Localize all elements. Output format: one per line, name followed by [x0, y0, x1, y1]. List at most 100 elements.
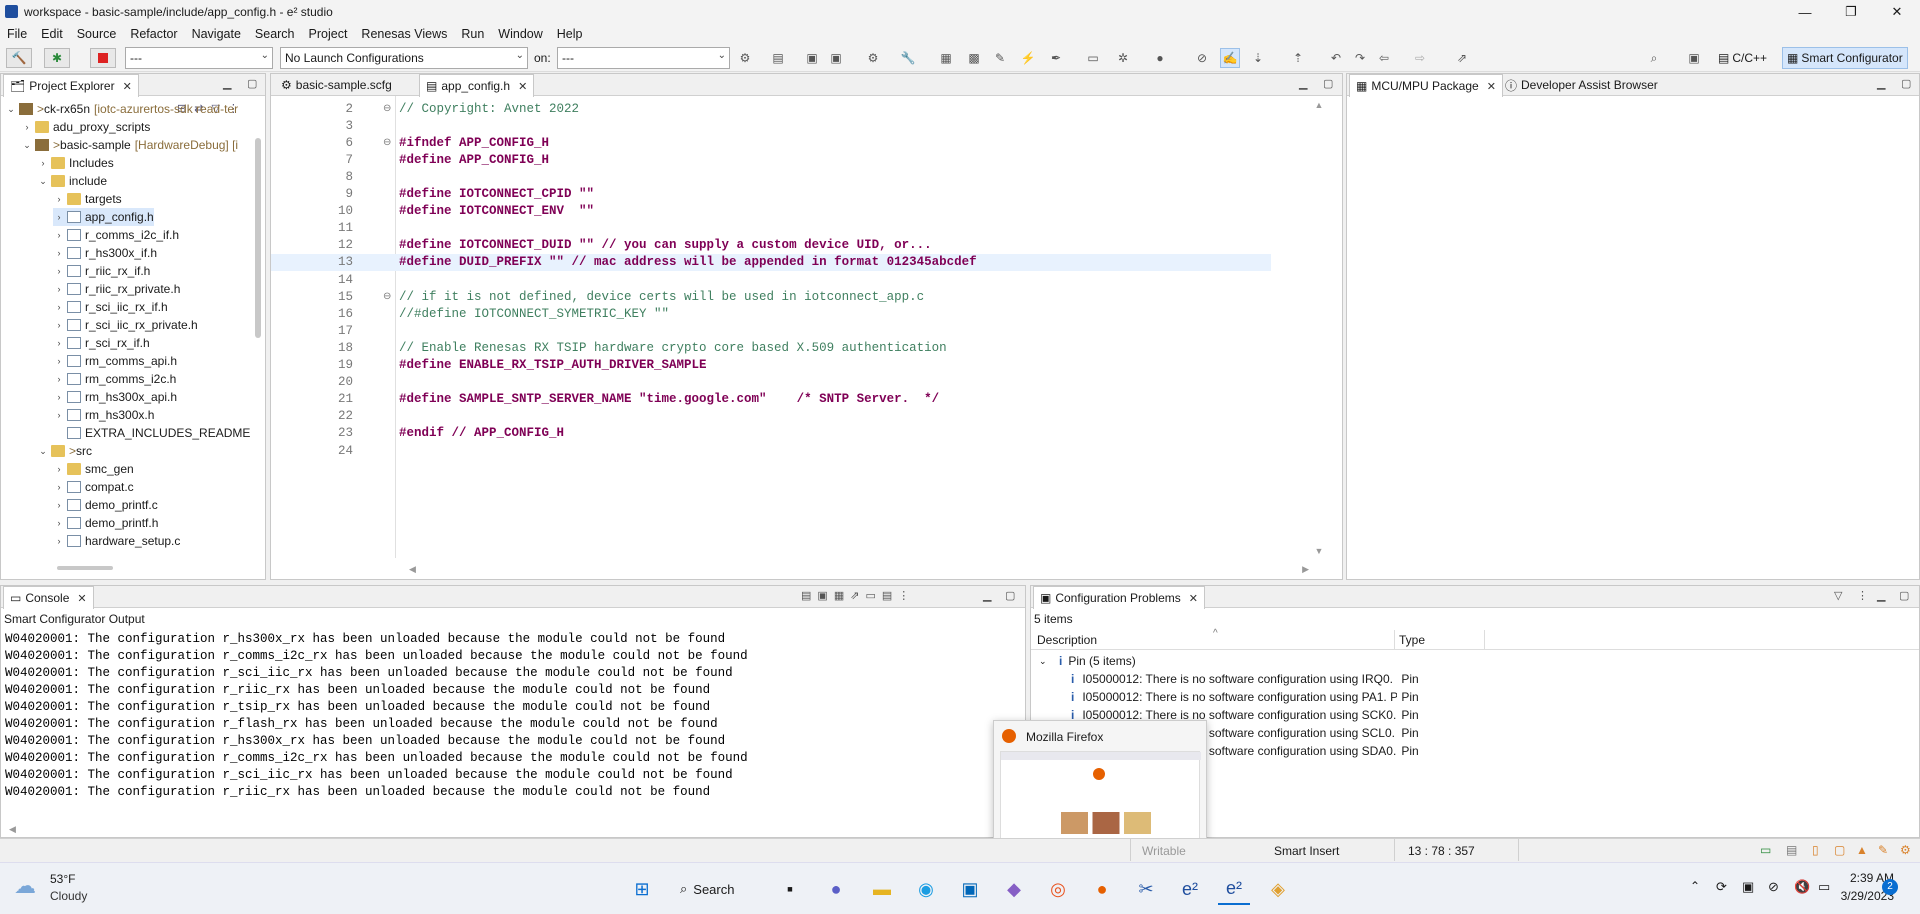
- taskbar-search[interactable]: ⌕ Search: [680, 875, 760, 903]
- problem-row[interactable]: i I05000012: There is no software configu…: [1031, 688, 1920, 706]
- tree-item[interactable]: › r_hs300x_if.h: [53, 244, 158, 262]
- build-hammer-icon[interactable]: 🔨: [6, 48, 32, 68]
- chevron-right-icon[interactable]: ›: [53, 464, 65, 474]
- tree-item[interactable]: ⌄ include: [37, 172, 107, 190]
- tray-speaker-icon[interactable]: 🔇: [1794, 879, 1810, 895]
- problem-group-pin[interactable]: ⌄ i Pin (5 items): [1031, 652, 1920, 670]
- vertical-scrollbar[interactable]: [255, 138, 261, 338]
- chevron-right-icon[interactable]: ›: [53, 248, 65, 258]
- menu-navigate[interactable]: Navigate: [185, 27, 248, 41]
- tree-item[interactable]: › rm_comms_i2c.h: [53, 370, 177, 388]
- maximize-icon[interactable]: ▢: [247, 77, 257, 90]
- chevron-right-icon[interactable]: ›: [53, 284, 65, 294]
- menu-renesas-views[interactable]: Renesas Views: [354, 27, 454, 41]
- open-perspective-icon[interactable]: ▣: [1684, 48, 1704, 68]
- menu-search[interactable]: Search: [248, 27, 302, 41]
- notification-badge[interactable]: 2: [1882, 879, 1898, 895]
- pencil-icon[interactable]: ✎: [990, 48, 1010, 68]
- tree-item[interactable]: ⌄ > ck-rx65n [iotc-azurertos-sdk read-ter: [5, 100, 238, 118]
- menu-edit[interactable]: Edit: [34, 27, 70, 41]
- build-target-icon[interactable]: 🔧: [898, 48, 918, 68]
- launch-config-combo[interactable]: No Launch Configurations ⌄: [280, 47, 528, 69]
- close-icon[interactable]: ✕: [77, 592, 86, 605]
- close-icon[interactable]: ✕: [518, 80, 527, 93]
- snipping-tool-icon[interactable]: ✂: [1130, 873, 1162, 905]
- ubuntu-icon[interactable]: ◎: [1042, 873, 1074, 905]
- chevron-right-icon[interactable]: ›: [53, 194, 65, 204]
- fold-icon[interactable]: ⊖: [383, 291, 391, 303]
- maximize-icon[interactable]: ▢: [1323, 77, 1333, 90]
- tree-item[interactable]: › r_comms_i2c_if.h: [53, 226, 180, 244]
- problem-row[interactable]: i I05000012: There is no software configu…: [1031, 670, 1920, 688]
- tray-battery-icon[interactable]: ▭: [1818, 879, 1830, 895]
- chevron-right-icon[interactable]: ›: [53, 230, 65, 240]
- close-icon[interactable]: ✕: [1487, 80, 1496, 93]
- cap-icon[interactable]: ▲: [1856, 843, 1868, 857]
- chevron-right-icon[interactable]: ›: [53, 266, 65, 276]
- prev-annotation-icon[interactable]: ⇡: [1288, 48, 1308, 68]
- firefox-taskbar-preview[interactable]: Mozilla Firefox: [993, 720, 1207, 852]
- run-icon[interactable]: ●: [1150, 48, 1170, 68]
- monitor-icon[interactable]: ▭: [1083, 48, 1103, 68]
- word-wrap-icon[interactable]: ▦: [834, 590, 850, 602]
- tree-item[interactable]: › Includes: [37, 154, 114, 172]
- tree-item[interactable]: › r_riic_rx_if.h: [53, 262, 151, 280]
- chevron-right-icon[interactable]: ›: [53, 500, 65, 510]
- tree-item[interactable]: › smc_gen: [53, 460, 134, 478]
- maximize-icon[interactable]: ▢: [1005, 589, 1015, 602]
- tree-item[interactable]: EXTRA_INCLUDES_README: [53, 424, 250, 442]
- scroll-lock-icon[interactable]: ▣: [817, 590, 833, 602]
- editor-vertical-scrollbar[interactable]: ▲ ▼: [1313, 100, 1325, 556]
- tree-item[interactable]: › targets: [53, 190, 122, 208]
- tree-item[interactable]: › r_riic_rx_private.h: [53, 280, 181, 298]
- tree-item[interactable]: › demo_printf.c: [53, 496, 158, 514]
- build-config-combo[interactable]: --- ⌄: [125, 47, 273, 69]
- chevron-right-icon[interactable]: ›: [53, 374, 65, 384]
- edge-icon[interactable]: ◉: [910, 873, 942, 905]
- tree-item[interactable]: › r_sci_rx_if.h: [53, 334, 150, 352]
- chevron-right-icon[interactable]: ›: [37, 158, 49, 168]
- book-icon[interactable]: ▯: [1812, 843, 1819, 857]
- debug-target-icon[interactable]: ⚙: [863, 48, 883, 68]
- menu-refactor[interactable]: Refactor: [123, 27, 184, 41]
- close-icon[interactable]: ✕: [1189, 592, 1198, 605]
- tab-configuration-problems[interactable]: ▣ Configuration Problems ✕: [1033, 586, 1205, 609]
- tool-icon[interactable]: ✒: [1046, 48, 1066, 68]
- fold-icon[interactable]: ⊖: [383, 137, 391, 149]
- chevron-right-icon[interactable]: ›: [53, 212, 65, 222]
- horizontal-scrollbar[interactable]: [57, 566, 113, 570]
- tree-item[interactable]: ⌄ > src: [37, 442, 92, 460]
- back-arrow-icon[interactable]: ⇦: [1374, 48, 1394, 68]
- minimize-icon[interactable]: ▁: [1299, 77, 1307, 90]
- renesas-view-icon[interactable]: ▦: [936, 48, 956, 68]
- tree-item[interactable]: › r_sci_iic_rx_if.h: [53, 298, 168, 316]
- clear-console-icon[interactable]: ▤: [801, 590, 817, 602]
- device-icon[interactable]: ▩: [964, 48, 984, 68]
- forward-edit-icon[interactable]: ↷: [1350, 48, 1370, 68]
- e2studio-taskbar-icon[interactable]: e²: [1174, 873, 1206, 905]
- chevron-right-icon[interactable]: ›: [21, 122, 33, 132]
- chevron-right-icon[interactable]: ›: [53, 518, 65, 528]
- view-menu-icon[interactable]: ⋮: [1857, 589, 1868, 602]
- windows-start-icon[interactable]: ⊞: [626, 873, 658, 905]
- view-menu-icon[interactable]: ⋮: [898, 590, 915, 602]
- code-area[interactable]: 2 ⊖ // Copyright: Avnet 2022 3 6 ⊖ #ifndef APP…: [271, 100, 1311, 556]
- minimize-icon[interactable]: ▁: [223, 77, 231, 90]
- tree-item[interactable]: › app_config.h: [53, 208, 154, 226]
- menu-file[interactable]: File: [0, 27, 34, 41]
- console-output[interactable]: W04020001: The configuration r_hs300x_rx…: [1, 632, 1021, 822]
- menu-source[interactable]: Source: [70, 27, 124, 41]
- tab-app-config-h[interactable]: ▤ app_config.h ✕: [419, 74, 535, 97]
- chevron-right-icon[interactable]: ›: [53, 536, 65, 546]
- tree-item[interactable]: › hardware_setup.c: [53, 532, 181, 550]
- close-icon[interactable]: ✕: [123, 80, 132, 93]
- chevron-right-icon[interactable]: ›: [53, 320, 65, 330]
- chevron-up-icon[interactable]: ⌃: [1690, 879, 1700, 893]
- tree-item[interactable]: › compat.c: [53, 478, 134, 496]
- filter-icon[interactable]: ▽: [1834, 589, 1842, 602]
- pin-editor-icon[interactable]: ⇗: [1452, 48, 1472, 68]
- chevron-right-icon[interactable]: ›: [53, 338, 65, 348]
- terminate-icon[interactable]: [90, 48, 116, 68]
- chevron-right-icon[interactable]: ›: [53, 410, 65, 420]
- launch-target-combo[interactable]: --- ⌄: [557, 47, 730, 69]
